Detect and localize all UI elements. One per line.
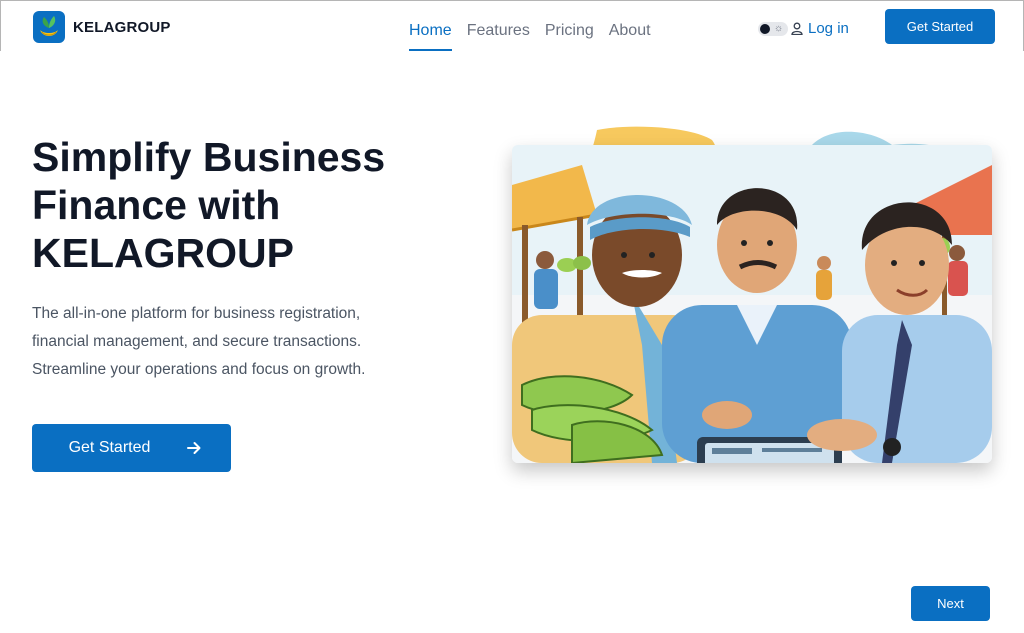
nav-about-link[interactable]: About: [609, 22, 651, 51]
header-get-started-button[interactable]: Get Started: [885, 9, 995, 44]
toggle-knob: [760, 24, 770, 34]
hero-subtitle-line: The all-in-one platform for business reg…: [32, 305, 361, 322]
sun-icon: ☼: [774, 23, 784, 34]
hero-title: Simplify Business Finance with KELAGROUP: [32, 133, 452, 277]
hero-get-started-button[interactable]: Get Started: [32, 424, 231, 472]
next-button[interactable]: Next: [911, 586, 990, 621]
hero-subtitle-line: financial management, and secure transac…: [32, 333, 362, 350]
hero-title-line: Simplify Business: [32, 134, 386, 180]
login-label: Log in: [808, 20, 849, 37]
brand-name: KELAGROUP: [73, 19, 171, 36]
top-navbar: KELAGROUP Home Features Pricing About ☼ …: [0, 0, 1024, 51]
hero-cta-label: Get Started: [68, 439, 151, 456]
nav-pricing-link[interactable]: Pricing: [545, 22, 594, 51]
market-people-illustration: [512, 145, 992, 463]
login-link[interactable]: Log in: [791, 20, 849, 37]
hero-title-line: Finance with: [32, 182, 281, 228]
arrow-right-icon: [186, 440, 202, 456]
hero-title-line: KELAGROUP: [32, 230, 294, 276]
illustration-card: [512, 145, 992, 463]
nav-features-link[interactable]: Features: [467, 22, 530, 51]
user-icon: [791, 22, 803, 35]
nav-home-link[interactable]: Home: [409, 22, 452, 51]
hero-subtitle-line: Streamline your operations and focus on …: [32, 361, 366, 378]
kelagroup-logo-icon[interactable]: [33, 11, 65, 43]
theme-toggle[interactable]: ☼: [758, 22, 788, 36]
main-nav: Home Features Pricing About: [409, 22, 651, 51]
hero-subtitle: The all-in-one platform for business reg…: [32, 300, 402, 384]
hero-illustration: [512, 125, 992, 463]
